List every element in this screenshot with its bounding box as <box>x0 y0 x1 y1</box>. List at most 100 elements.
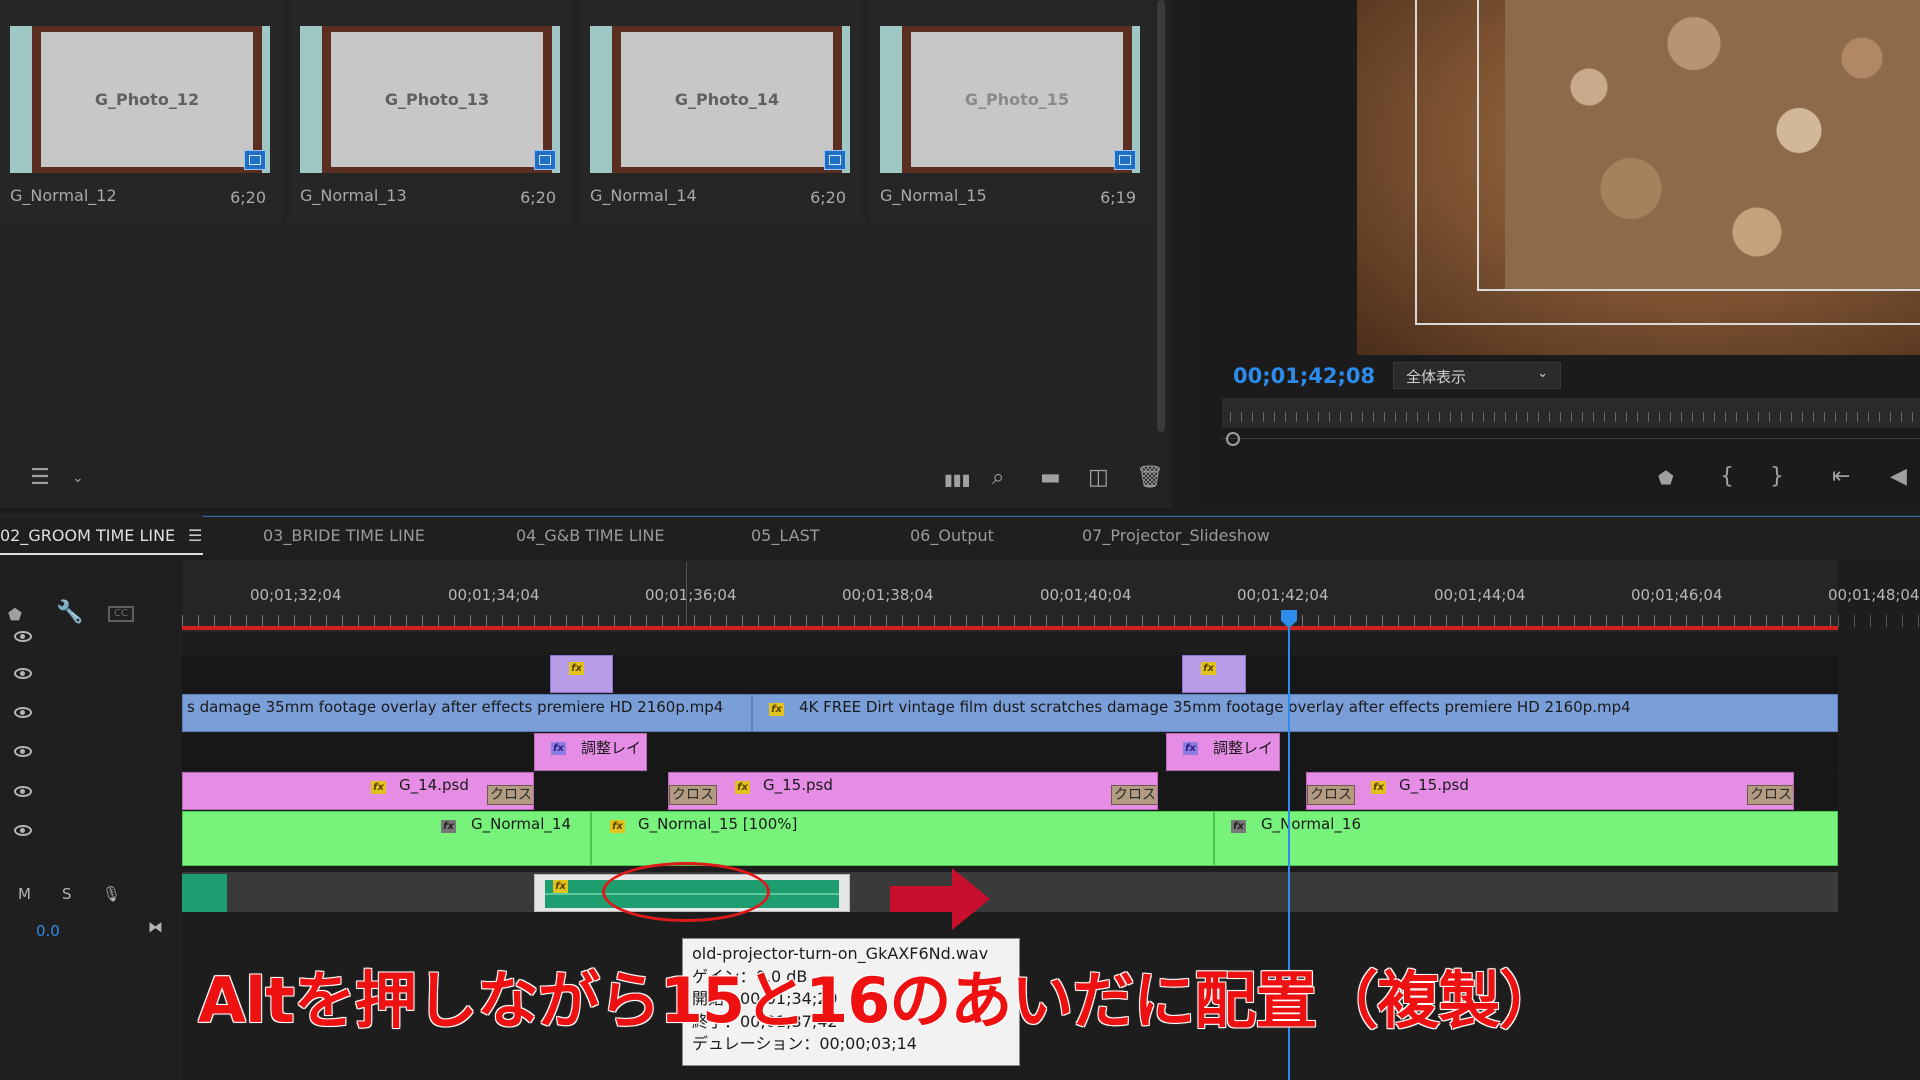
fit-label: 全体表示 <box>1406 368 1467 386</box>
bowtie-icon[interactable]: ⧓ <box>148 918 163 936</box>
thumbnail-title: G_Photo_14 <box>621 32 833 167</box>
thumbnail-g-normal-14[interactable]: G_Photo_14 G_Normal_14 6;20 <box>580 0 862 222</box>
thumbnail-title: G_Photo_15 <box>911 32 1123 167</box>
ruler-timecode: 00;01;34;04 <box>448 586 540 604</box>
mark-in-icon[interactable]: { <box>1720 466 1734 488</box>
trash-icon[interactable]: 🗑 <box>1136 467 1164 489</box>
clip-g14-psd[interactable]: fx G_14.psd クロス <box>182 772 534 810</box>
monitor-transport: ⬟ { } ⇤ ◀ <box>1200 460 1920 500</box>
eye-icon[interactable] <box>14 825 32 836</box>
wrench-icon[interactable]: 🔧 <box>56 602 83 624</box>
arrow-right-icon <box>890 868 990 930</box>
clip-duration: 6;20 <box>810 188 846 207</box>
thumbnail-image: G_Photo_14 <box>590 26 850 173</box>
clip-adjustment-fx[interactable]: fx <box>1182 655 1246 693</box>
ruler-divider <box>686 562 687 626</box>
monitor-time-ruler[interactable] <box>1222 398 1920 428</box>
fx-icon: fx <box>1371 781 1386 794</box>
ruler-timecode: 00;01;36;04 <box>645 586 737 604</box>
clip-overlay-video[interactable]: s damage 35mm footage overlay after effe… <box>182 694 752 732</box>
clip-g15-psd[interactable]: クロス fx G_15.psd クロス <box>1306 772 1794 810</box>
thumbnail-g-normal-13[interactable]: G_Photo_13 G_Normal_13 6;20 <box>290 0 572 222</box>
project-scrollbar[interactable] <box>1157 0 1165 432</box>
clip-label: G_15.psd <box>1399 776 1469 794</box>
clip-adjustment-layer[interactable]: fx 調整レイ <box>1166 733 1280 771</box>
eye-icon[interactable] <box>14 707 32 718</box>
divider <box>1222 438 1920 439</box>
fx-icon: fx <box>1201 662 1216 675</box>
nested-sequence-icon <box>244 150 266 170</box>
eye-icon[interactable] <box>14 746 32 757</box>
snap-marker-icon[interactable]: ⬟ <box>8 604 22 626</box>
solo-toggle[interactable]: S <box>62 885 72 903</box>
chevron-down-icon[interactable]: ⌄ <box>72 467 84 489</box>
fx-icon: fx <box>1183 742 1198 755</box>
ruler-ticks <box>1838 615 1920 627</box>
chevron-down-icon: ⌄ <box>1537 366 1548 381</box>
clip-duration: 6;19 <box>1100 188 1136 207</box>
step-back-icon[interactable]: ◀ <box>1890 466 1907 488</box>
fx-icon: fx <box>553 880 568 893</box>
clip-overlay-video[interactable]: fx 4K FREE Dirt vintage film dust scratc… <box>752 694 1838 732</box>
thumbnail-g-normal-12[interactable]: G_Photo_12 G_Normal_12 6;20 <box>0 0 282 222</box>
ruler-timecode: 00;01;44;04 <box>1434 586 1526 604</box>
new-bin-icon[interactable]: ▬ <box>1040 467 1061 489</box>
work-area-bar[interactable] <box>182 626 1838 630</box>
fx-icon: fx <box>769 703 784 716</box>
eye-icon[interactable] <box>14 668 32 679</box>
mark-out-icon[interactable]: } <box>1770 466 1784 488</box>
tab-last[interactable]: 05_LAST <box>751 526 820 545</box>
fx-icon: fx <box>735 781 750 794</box>
clip-label: G_Normal_16 <box>1261 815 1361 833</box>
eye-icon[interactable] <box>14 786 32 797</box>
cross-dissolve-transition[interactable]: クロス <box>669 785 717 805</box>
thumbnail-image: G_Photo_13 <box>300 26 560 173</box>
tab-output[interactable]: 06_Output <box>910 526 994 545</box>
add-marker-icon[interactable]: ⬟ <box>1658 468 1674 490</box>
clip-adjustment-fx[interactable]: fx <box>550 655 613 693</box>
playhead-timecode[interactable]: 00;01;42;08 <box>1233 364 1375 388</box>
clip-g-normal-16[interactable]: fx G_Normal_16 <box>1214 811 1838 866</box>
clip-g-normal-15[interactable]: fx G_Normal_15 [100%] <box>591 811 1214 866</box>
clip-g-normal-14[interactable]: fx G_Normal_14 <box>182 811 591 866</box>
clip-g15-psd[interactable]: クロス fx G_15.psd クロス <box>668 772 1158 810</box>
clip-label: G_14.psd <box>399 776 469 794</box>
thumbnail-image: G_Photo_12 <box>10 26 270 173</box>
cross-dissolve-transition[interactable]: クロス <box>1747 785 1793 805</box>
fx-icon: fx <box>569 662 584 675</box>
cross-dissolve-transition[interactable]: クロス <box>487 785 533 805</box>
nested-sequence-icon <box>1114 150 1136 170</box>
tab-groom-time-line[interactable]: 02_GROOM TIME LINE <box>0 526 175 545</box>
tab-projector-slideshow[interactable]: 07_Projector_Slideshow <box>1082 526 1270 545</box>
fx-icon: fx <box>551 742 566 755</box>
tab-menu-icon[interactable]: ☰ <box>188 526 202 545</box>
fx-icon: fx <box>441 820 456 833</box>
tab-gb-time-line[interactable]: 04_G&B TIME LINE <box>516 526 665 545</box>
ruler-timecode: 00;01;40;04 <box>1040 586 1132 604</box>
go-to-in-icon[interactable]: ⇤ <box>1832 466 1850 488</box>
monitor-playhead-handle[interactable] <box>1226 432 1240 446</box>
new-item-icon[interactable]: ◫ <box>1088 467 1109 489</box>
search-icon[interactable]: ⌕ <box>992 467 1004 489</box>
microphone-icon[interactable]: 🎙 <box>102 885 121 903</box>
clip-label: G_Normal_14 <box>471 815 571 833</box>
tab-bride-time-line[interactable]: 03_BRIDE TIME LINE <box>263 526 425 545</box>
fx-icon: fx <box>1231 820 1246 833</box>
sort-icon[interactable]: ☰ <box>30 467 50 489</box>
track-volume[interactable]: 0.0 <box>36 922 60 940</box>
fit-dropdown[interactable]: 全体表示 ⌄ <box>1393 362 1561 389</box>
ruler-timecode: 00;01;38;04 <box>842 586 934 604</box>
thumbnail-g-normal-15[interactable]: G_Photo_15 G_Normal_15 6;19 <box>870 0 1152 222</box>
clip-name: G_Normal_15 <box>880 186 987 205</box>
eye-icon[interactable] <box>14 631 32 642</box>
clip-adjustment-layer[interactable]: fx 調整レイ <box>534 733 647 771</box>
cross-dissolve-transition[interactable]: クロス <box>1111 785 1157 805</box>
captions-icon[interactable]: CC <box>108 606 134 622</box>
mute-toggle[interactable]: M <box>18 885 31 903</box>
freeform-view-icon[interactable]: ▮▮▮ <box>944 469 970 491</box>
nested-sequence-icon <box>824 150 846 170</box>
audio-clip[interactable] <box>182 874 227 912</box>
ruler-timecode: 00;01;46;04 <box>1631 586 1723 604</box>
cross-dissolve-transition[interactable]: クロス <box>1307 785 1355 805</box>
project-toolbar: ☰ ⌄ ▮▮▮ ⌕ ▬ ◫ 🗑 <box>0 455 1172 499</box>
